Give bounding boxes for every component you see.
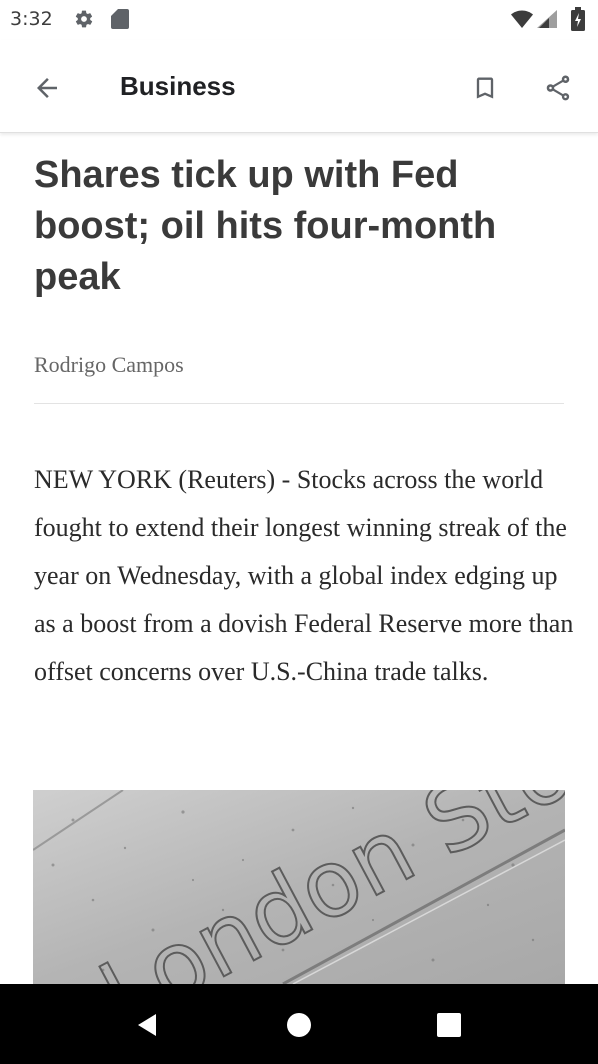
bookmark-button[interactable] bbox=[465, 68, 505, 108]
back-button[interactable] bbox=[27, 68, 67, 108]
share-icon bbox=[546, 75, 570, 101]
photo-illustration: London Stock Exchange bbox=[33, 790, 565, 984]
divider bbox=[34, 403, 564, 404]
arrow-back-icon bbox=[37, 78, 57, 98]
nav-back-icon[interactable] bbox=[134, 1011, 162, 1039]
article-byline[interactable]: Rodrigo Campos bbox=[34, 352, 184, 378]
wifi-icon bbox=[511, 10, 533, 28]
nav-recents-icon[interactable] bbox=[436, 1012, 462, 1038]
signal-icon bbox=[537, 10, 557, 28]
app-bar: Business bbox=[0, 40, 598, 133]
article-body: NEW YORK (Reuters) - Stocks across the w… bbox=[34, 465, 574, 686]
article-headline: Shares tick up with Fed boost; oil hits … bbox=[34, 154, 497, 298]
status-bar: 3:32 bbox=[0, 0, 598, 40]
sd-card-icon bbox=[111, 9, 129, 29]
status-time: 3:32 bbox=[10, 8, 53, 30]
article-photo[interactable]: London Stock Exchange bbox=[33, 790, 565, 984]
share-button[interactable] bbox=[538, 68, 578, 108]
gear-icon bbox=[75, 10, 93, 28]
navigation-bar bbox=[0, 984, 598, 1064]
nav-home-icon[interactable] bbox=[285, 1011, 313, 1039]
bookmark-icon bbox=[476, 77, 494, 99]
section-title: Business bbox=[120, 71, 236, 101]
battery-icon bbox=[571, 7, 585, 31]
